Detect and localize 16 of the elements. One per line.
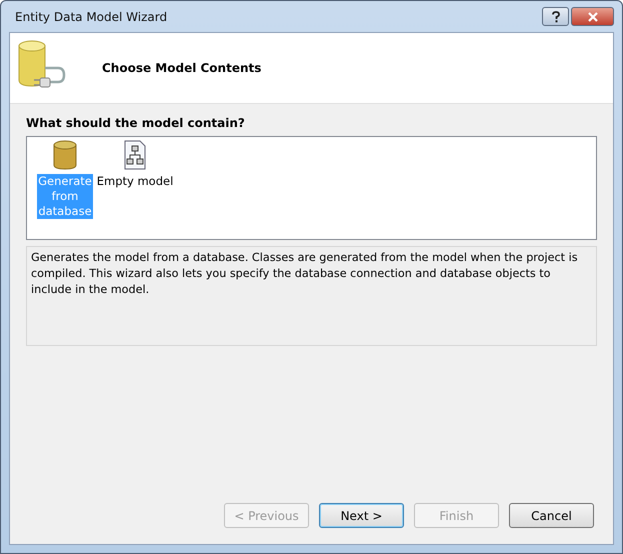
option-item[interactable]: Empty model bbox=[97, 140, 173, 189]
close-icon bbox=[586, 12, 598, 22]
database-icon bbox=[52, 140, 78, 170]
wizard-button[interactable]: Cancel bbox=[509, 503, 594, 528]
prompt-label: What should the model contain? bbox=[26, 116, 246, 130]
option-list[interactable]: Generate from database Empty model bbox=[26, 136, 597, 240]
option-label: Generate from database bbox=[37, 174, 93, 219]
question-icon bbox=[550, 10, 560, 22]
help-button[interactable] bbox=[542, 7, 569, 26]
wizard-button[interactable]: Next > bbox=[319, 503, 404, 528]
page-title: Choose Model Contents bbox=[102, 61, 262, 75]
diagram-file-icon bbox=[122, 140, 148, 170]
close-button[interactable] bbox=[571, 7, 614, 26]
option-label: Empty model bbox=[96, 174, 174, 189]
window-title: Entity Data Model Wizard bbox=[14, 10, 168, 24]
description-text: Generates the model from a database. Classes are generated from the model when the project is compiled. This wizard also lets you specify the database connection and database objects to include in the model. bbox=[31, 250, 579, 298]
